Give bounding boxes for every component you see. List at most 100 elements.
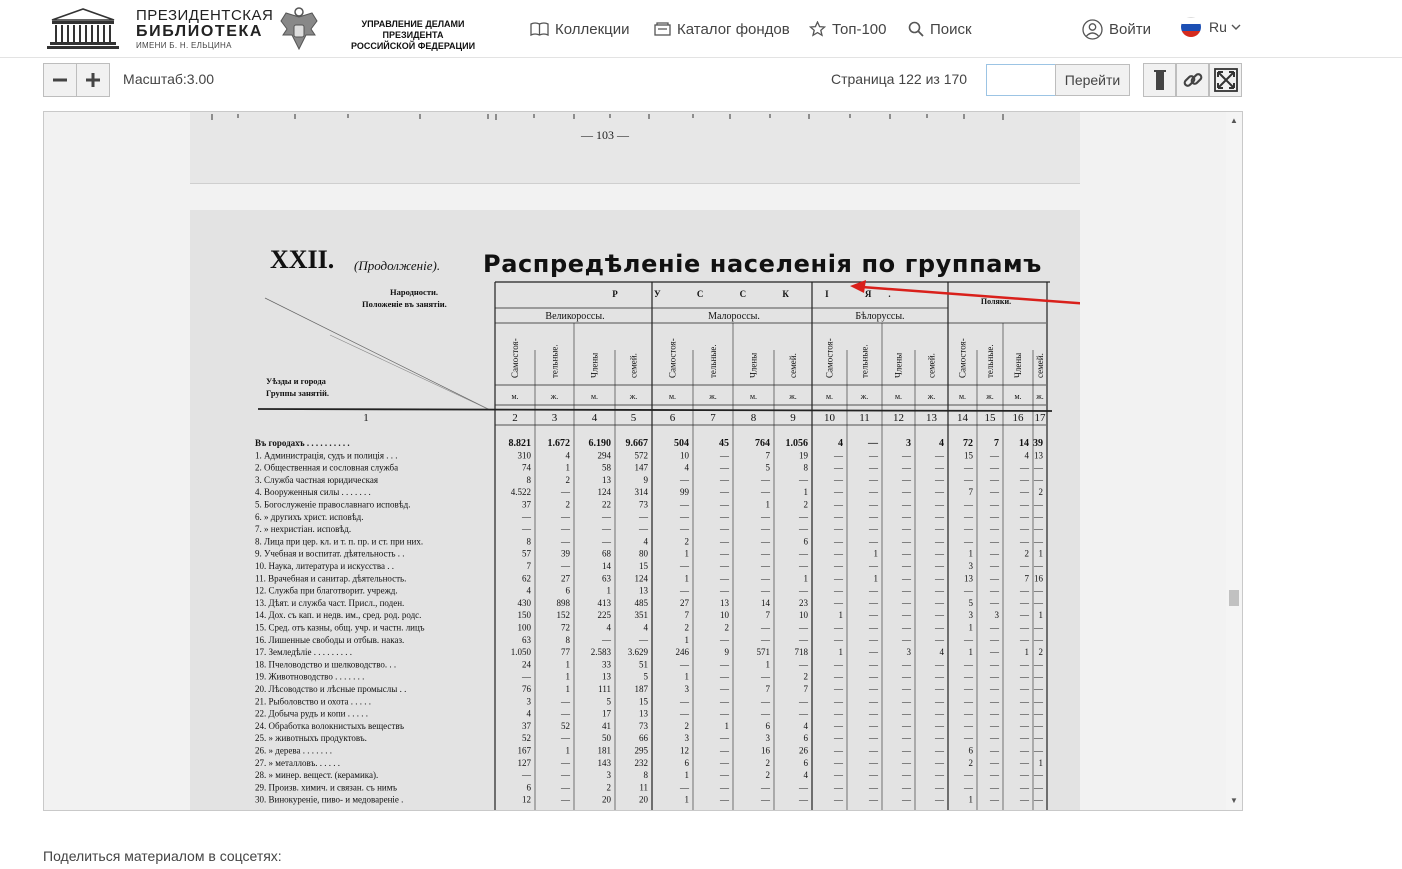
row-cell: —: [798, 475, 809, 485]
row-cell: 15: [639, 561, 649, 571]
login-button[interactable]: Войти: [1082, 18, 1151, 40]
gender-cell: ж.: [1035, 392, 1044, 401]
row-label: 24. Обработка волокнистыхъ веществъ: [255, 721, 404, 731]
gender-cell: м.: [959, 392, 966, 401]
document-viewer[interactable]: — 103 — XXII. (Продолженіе). Распредѣлен…: [43, 111, 1243, 811]
row-label: 28. » минер. вещест. (керамика).: [255, 770, 378, 780]
row-cell: 4: [939, 438, 944, 449]
row-cell: —: [963, 524, 974, 534]
row-label: 27. » металловъ. . . . . .: [255, 758, 340, 768]
scroll-down-arrow-icon[interactable]: ▼: [1230, 796, 1238, 805]
row-cell: —: [833, 770, 844, 780]
zoom-in-button[interactable]: [76, 63, 110, 97]
scrollbar-thumb[interactable]: [1229, 590, 1239, 606]
row-cell: —: [868, 450, 879, 460]
row-cell: —: [1019, 475, 1030, 485]
row-cell: 4: [527, 709, 532, 719]
row-cell: —: [963, 782, 974, 792]
row-cell: 13: [602, 672, 612, 682]
nav-collections[interactable]: Коллекции: [530, 18, 630, 40]
library-logo[interactable]: ПРЕЗИДЕНТСКАЯ БИБЛИОТЕКА ИМЕНИ Б. Н. ЕЛЬ…: [44, 6, 273, 52]
row-cell: 504: [674, 438, 689, 449]
row-cell: —: [868, 672, 879, 682]
row-cell: —: [719, 733, 730, 743]
row-cell: —: [934, 536, 945, 546]
row-cell: —: [833, 524, 844, 534]
row-cell: —: [521, 770, 532, 780]
row-cell: —: [901, 696, 912, 706]
fullscreen-button[interactable]: [1209, 63, 1242, 97]
scroll-up-arrow-icon[interactable]: ▲: [1230, 116, 1238, 125]
row-cell: 1: [1039, 549, 1044, 559]
row-cell: —: [679, 500, 690, 510]
row-cell: —: [719, 758, 730, 768]
single-page-view-button[interactable]: [1143, 63, 1176, 97]
row-cell: —: [1033, 709, 1044, 719]
row-cell: —: [901, 635, 912, 645]
table-title: Распредѣленіе населенія по группамъ: [483, 250, 1042, 278]
coat-of-arms-icon[interactable]: [278, 5, 320, 53]
language-selector[interactable]: Ru: [1181, 17, 1242, 37]
row-cell: —: [719, 635, 730, 645]
row-cell: —: [560, 536, 571, 546]
subheader-text: тельные.: [708, 344, 718, 378]
row-cell: 4: [644, 623, 649, 633]
gender-cell: м.: [895, 392, 902, 401]
row-cell: —: [1033, 463, 1044, 473]
row-cell: —: [719, 561, 730, 571]
row-cell: 3: [685, 733, 690, 743]
row-cell: —: [560, 782, 571, 792]
page-number-input[interactable]: [986, 64, 1056, 96]
row-cell: 2.583: [591, 647, 612, 657]
row-cell: 37: [522, 500, 532, 510]
row-cell: —: [638, 512, 649, 522]
row-cell: 19: [799, 450, 809, 460]
column-number: 7: [710, 412, 716, 424]
row-cell: —: [833, 573, 844, 583]
nav-search[interactable]: Поиск: [908, 18, 972, 40]
row-cell: —: [963, 512, 974, 522]
row-cell: —: [760, 536, 771, 546]
row-cell: —: [963, 536, 974, 546]
row-cell: 9.667: [626, 438, 649, 449]
row-cell: 3: [969, 561, 974, 571]
row-cell: —: [798, 549, 809, 559]
zoom-scale-label: Масштаб:3.00: [123, 71, 215, 87]
nav-top100[interactable]: Топ-100: [809, 18, 886, 40]
row-cell: —: [833, 782, 844, 792]
row-cell: —: [1019, 463, 1030, 473]
library-building-icon: [47, 8, 119, 49]
row-cell: 7: [994, 438, 999, 449]
header: ПРЕЗИДЕНТСКАЯ БИБЛИОТЕКА ИМЕНИ Б. Н. ЕЛЬ…: [0, 0, 1402, 58]
row-cell: —: [1033, 721, 1044, 731]
vertical-scrollbar[interactable]: ▲ ▼: [1226, 112, 1242, 810]
admin-caption[interactable]: УПРАВЛЕНИЕ ДЕЛАМИ ПРЕЗИДЕНТА РОССИЙСКОЙ …: [331, 19, 495, 52]
header-uezdy: Уѣзды и города: [266, 376, 327, 386]
row-cell: 1: [969, 647, 974, 657]
go-to-page-button[interactable]: Перейти: [1055, 64, 1130, 96]
copy-link-button[interactable]: [1176, 63, 1209, 97]
row-cell: —: [963, 733, 974, 743]
table-row: 20. Лѣсоводство и лѣсные промыслы . . 76 1…: [255, 684, 1044, 694]
row-cell: —: [901, 684, 912, 694]
table-row: 22. Добыча рудъ и копи . . . . . 4—17 13— —…: [255, 709, 1044, 719]
row-cell: —: [1019, 795, 1030, 805]
row-cell: 351: [635, 610, 649, 620]
row-cell: —: [901, 586, 912, 596]
row-cell: 2: [566, 475, 571, 485]
zoom-out-button[interactable]: [43, 63, 77, 97]
row-cell: —: [560, 487, 571, 497]
row-cell: —: [868, 782, 879, 792]
row-cell: 6: [766, 721, 771, 731]
row-cell: 4: [940, 647, 945, 657]
row-cell: 11: [639, 782, 648, 792]
row-cell: —: [719, 573, 730, 583]
row-cell: —: [989, 647, 1000, 657]
row-cell: —: [798, 795, 809, 805]
column-number: 4: [592, 412, 598, 424]
row-cell: 314: [635, 487, 649, 497]
row-cell: 3.629: [628, 647, 649, 657]
row-label: 9. Учебная и воспитат. дѣятельность . .: [255, 549, 405, 559]
nav-catalog[interactable]: Каталог фондов: [654, 18, 790, 40]
row-cell: —: [934, 721, 945, 731]
